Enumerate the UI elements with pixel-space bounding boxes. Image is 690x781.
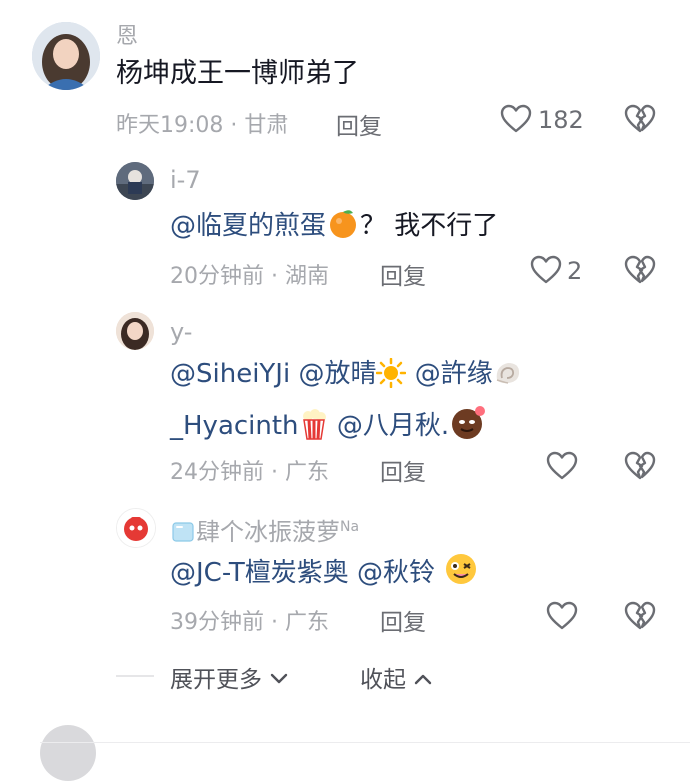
reply-location: 湖南	[285, 264, 330, 289]
reply-username[interactable]: y-	[170, 318, 192, 346]
avatar[interactable]	[116, 162, 154, 200]
reply-button[interactable]: 回复	[380, 257, 426, 291]
chevron-down-icon	[271, 673, 288, 684]
heart-icon[interactable]	[500, 104, 532, 134]
comment-location: 甘肃	[244, 113, 289, 138]
reply-meta: 24分钟前 · 广东	[170, 454, 329, 486]
expand-more-button[interactable]: 展开更多	[170, 660, 289, 694]
tangerine-emoji-icon	[330, 210, 357, 238]
reply-text-line2: _Hyacinth @八月秋.	[170, 404, 487, 444]
mention-link[interactable]: @放晴	[298, 359, 376, 389]
mention-link[interactable]: @許缘	[415, 359, 493, 389]
reply-text-tail: ？ 我不行了	[360, 211, 499, 241]
red-character-avatar-image	[117, 509, 155, 547]
reply-text-line1: @SiheiYJi @放晴 @許缘	[170, 356, 523, 392]
avatar[interactable]	[116, 312, 154, 350]
reply-time: 39分钟前	[170, 610, 264, 635]
ice-cube-icon	[172, 522, 194, 542]
mention-link[interactable]: @JC-T檀炭紫奥	[170, 558, 349, 588]
girl-avatar-image	[116, 312, 154, 350]
username-suffix: Na	[340, 519, 360, 535]
collapse-label: 收起	[360, 667, 406, 693]
shell-emoji-icon	[496, 363, 519, 384]
reply-username[interactable]: i-7	[170, 166, 201, 194]
reply-meta: 20分钟前 · 湖南	[170, 258, 329, 290]
mention-link[interactable]: @八月秋.	[337, 411, 449, 441]
avatar[interactable]	[116, 508, 156, 548]
mention-link[interactable]: @SiheiYJi	[170, 359, 290, 389]
broken-heart-icon[interactable]	[624, 451, 656, 481]
comment-text: 杨坤成王一博师弟了	[116, 58, 359, 89]
smiling-face-emoji-icon	[446, 554, 477, 584]
comment-meta: 昨天19:08 · 甘肃	[116, 107, 288, 139]
reply-button[interactable]: 回复	[380, 453, 426, 487]
top-username-fragment[interactable]: 恩	[116, 18, 138, 50]
woman-portrait-image	[32, 22, 100, 90]
heart-icon[interactable]	[546, 601, 578, 631]
broken-heart-icon[interactable]	[624, 601, 656, 631]
reply-button[interactable]: 回复	[336, 107, 382, 141]
divider-line	[116, 675, 154, 677]
reply-location: 广东	[285, 460, 330, 485]
popcorn-emoji-icon	[302, 409, 326, 440]
broken-heart-icon[interactable]	[624, 104, 656, 134]
reply-time: 24分钟前	[170, 460, 264, 485]
broken-heart-icon[interactable]	[624, 255, 656, 285]
collapse-button[interactable]: 收起	[360, 660, 433, 694]
next-comment-avatar[interactable]	[40, 725, 96, 781]
photo-avatar-image	[116, 162, 154, 200]
reply-text: @JC-T檀炭紫奥 @秋铃	[170, 551, 479, 591]
reply-button[interactable]: 回复	[380, 603, 426, 637]
reply-text: @临夏的煎蛋 ？ 我不行了	[170, 206, 498, 244]
meta-separator: ·	[271, 610, 285, 635]
expand-more-label: 展开更多	[170, 667, 262, 693]
reply-time: 20分钟前	[170, 264, 264, 289]
comment-time: 昨天19:08	[116, 113, 224, 138]
like-count: 182	[538, 106, 584, 134]
mention-link[interactable]: @秋铃	[357, 558, 435, 588]
meta-separator: ·	[230, 113, 245, 138]
meta-separator: ·	[271, 460, 285, 485]
reply-meta: 39分钟前 · 广东	[170, 604, 329, 636]
chevron-up-icon	[415, 674, 432, 685]
brown-face-emoji-icon	[452, 406, 486, 439]
avatar[interactable]	[32, 22, 100, 90]
heart-icon[interactable]	[546, 451, 578, 481]
meta-separator: ·	[271, 264, 285, 289]
reply-username[interactable]: 肆个冰振菠萝	[196, 518, 340, 546]
reply-username-row: 肆个冰振菠萝Na	[170, 512, 359, 547]
heart-icon[interactable]	[530, 255, 562, 285]
reply-location: 广东	[285, 610, 330, 635]
sun-emoji-icon	[376, 358, 407, 388]
like-count: 2	[567, 257, 583, 285]
mention-link[interactable]: _Hyacinth	[170, 411, 299, 441]
mention-link[interactable]: @临夏的煎蛋	[170, 211, 326, 241]
section-divider	[40, 742, 690, 743]
